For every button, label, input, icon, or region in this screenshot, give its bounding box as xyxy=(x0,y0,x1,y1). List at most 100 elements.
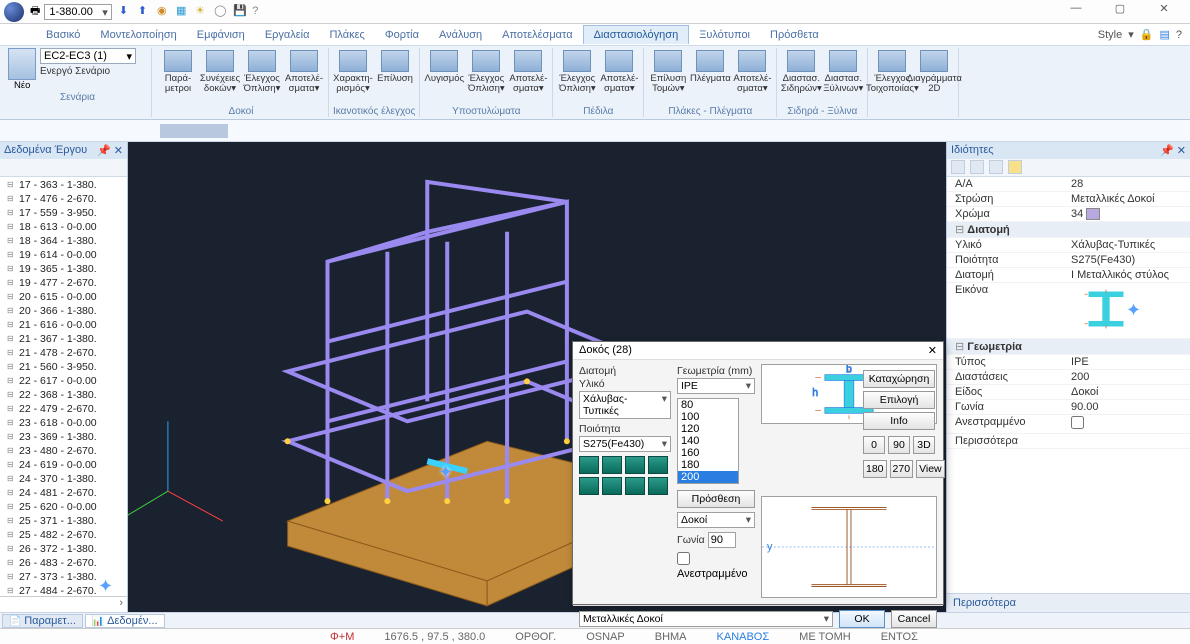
close-button[interactable]: ✕ xyxy=(1142,2,1186,22)
help-icon[interactable]: ? xyxy=(252,5,266,19)
tree-item[interactable]: 20 - 366 - 1-380. xyxy=(1,304,126,318)
properties-grid[interactable]: A/A28 ΣτρώσηΜεταλλικές Δοκοί Χρώμα34 Δια… xyxy=(947,177,1190,593)
deg-90-button[interactable]: 90 xyxy=(888,436,910,454)
tree-item[interactable]: 22 - 617 - 0-0.00 xyxy=(1,374,126,388)
size-option[interactable]: 120 xyxy=(678,423,738,435)
tree-item[interactable]: 17 - 476 - 2-670. xyxy=(1,192,126,206)
size-option[interactable]: 200 xyxy=(678,471,738,483)
bottom-tab-data[interactable]: 📊 Δεδομέν... xyxy=(85,614,165,628)
beams-combo[interactable]: Δοκοί xyxy=(677,512,755,528)
ribbon-tab[interactable]: Ξυλότυποι xyxy=(689,26,760,44)
ribbon-tab[interactable]: Ανάλυση xyxy=(429,26,492,44)
scenario-combo[interactable]: EC2-EC3 (1) xyxy=(40,48,136,64)
tree-item[interactable]: 24 - 370 - 1-380. xyxy=(1,472,126,486)
layer-combo[interactable]: Μεταλλικές Δοκοί xyxy=(579,611,833,627)
ribbon-button[interactable]: Διαστασ.Ξύλινων▾ xyxy=(823,48,863,104)
help-ribbon-icon[interactable]: ? xyxy=(1176,29,1182,41)
layers-icon[interactable]: ▦ xyxy=(176,4,190,18)
tree-toolstrip[interactable] xyxy=(0,159,127,177)
grid-icon[interactable] xyxy=(989,160,1003,174)
tree-item[interactable]: 21 - 367 - 1-380. xyxy=(1,332,126,346)
deg-0-button[interactable]: 0 xyxy=(863,436,885,454)
tree-item[interactable]: 20 - 615 - 0-0.00 xyxy=(1,290,126,304)
ribbon-tab[interactable]: Διαστασιολόγηση xyxy=(583,25,690,44)
tree-hscroll[interactable] xyxy=(0,596,127,612)
size-option[interactable]: 100 xyxy=(678,411,738,423)
ribbon-tab[interactable]: Μοντελοποίηση xyxy=(90,26,186,44)
shape-z-icon[interactable] xyxy=(625,477,645,495)
shape-pipe-icon[interactable] xyxy=(602,477,622,495)
tree-item[interactable]: 19 - 365 - 1-380. xyxy=(1,262,126,276)
ribbon-tab[interactable]: Πρόσθετα xyxy=(760,26,829,44)
shape-t-icon[interactable] xyxy=(648,456,668,474)
size-option[interactable]: 180 xyxy=(678,459,738,471)
shape-i-icon[interactable] xyxy=(579,456,599,474)
panel-pin-icon[interactable]: 📌 ✕ xyxy=(97,144,123,157)
deg-180-button[interactable]: 180 xyxy=(863,460,887,478)
pick-button[interactable]: Επιλογή xyxy=(863,391,935,409)
new-scenario-button[interactable] xyxy=(8,48,36,80)
size-option[interactable]: 160 xyxy=(678,447,738,459)
ribbon-button[interactable]: Επίλυση xyxy=(375,48,415,104)
tree-item[interactable]: 24 - 481 - 2-670. xyxy=(1,486,126,500)
size-listbox[interactable]: 80100120140160180200220 xyxy=(677,398,739,484)
bottom-tab-params[interactable]: 📄 Παραμετ... xyxy=(2,614,83,628)
ribbon-tab[interactable]: Εργαλεία xyxy=(255,26,320,44)
flag-gr-icon[interactable]: ▤ xyxy=(1159,28,1169,41)
tree-item[interactable]: 18 - 613 - 0-0.00 xyxy=(1,220,126,234)
ribbon-tab[interactable]: Εμφάνιση xyxy=(187,26,255,44)
ribbon-button[interactable]: ΈλεγχοςΌπλιση▾ xyxy=(557,48,597,104)
tree-item[interactable]: 21 - 560 - 3-950. xyxy=(1,360,126,374)
deg-3d-button[interactable]: 3D xyxy=(913,436,935,454)
add-button[interactable]: Πρόσθεση xyxy=(677,490,755,508)
lock-icon[interactable]: 🔒 xyxy=(1140,28,1154,41)
az-icon[interactable] xyxy=(970,160,984,174)
size-option[interactable]: 80 xyxy=(678,399,738,411)
ribbon-button[interactable]: ΕπίλυσηΤομών▾ xyxy=(648,48,688,104)
deg-270-button[interactable]: 270 xyxy=(890,460,914,478)
tree-item[interactable]: 21 - 478 - 2-670. xyxy=(1,346,126,360)
minimize-button[interactable]: — xyxy=(1054,2,1098,22)
tree-item[interactable]: 22 - 368 - 1-380. xyxy=(1,388,126,402)
tree-item[interactable]: 22 - 479 - 2-670. xyxy=(1,402,126,416)
print-icon[interactable]: 🖶 xyxy=(30,2,40,21)
material-combo[interactable]: Χάλυβας-Τυπικές xyxy=(579,391,671,419)
register-button[interactable]: Καταχώρηση xyxy=(863,370,935,388)
toolbar-button[interactable] xyxy=(226,124,228,138)
arrow-up-icon[interactable]: ⬆ xyxy=(138,4,152,18)
panel-pin-icon[interactable]: 📌 ✕ xyxy=(1160,144,1186,157)
tree-item[interactable]: 19 - 614 - 0-0.00 xyxy=(1,248,126,262)
ok-button[interactable]: OK xyxy=(839,610,885,628)
shape-l-icon[interactable] xyxy=(602,456,622,474)
ribbon-tab[interactable]: Βασικό xyxy=(36,26,90,44)
tree-item[interactable]: 24 - 619 - 0-0.00 xyxy=(1,458,126,472)
tree-item[interactable]: 26 - 372 - 1-380. xyxy=(1,542,126,556)
ribbon-tab[interactable]: Πλάκες xyxy=(319,26,374,44)
flash-icon[interactable] xyxy=(1008,160,1022,174)
status-inside[interactable]: ΕΝΤΟΣ xyxy=(881,631,918,643)
tree-item[interactable]: 25 - 371 - 1-380. xyxy=(1,514,126,528)
sun-icon[interactable]: ☀ xyxy=(195,4,209,18)
ribbon-tab[interactable]: Φορτία xyxy=(375,26,429,44)
tree-item[interactable]: 17 - 559 - 3-950. xyxy=(1,206,126,220)
status-step[interactable]: ΒΗΜΑ xyxy=(655,631,687,643)
tree-item[interactable]: 27 - 484 - 2-670. xyxy=(1,584,126,596)
tree-item[interactable]: 17 - 363 - 1-380. xyxy=(1,178,126,192)
globe-icon[interactable]: ◉ xyxy=(157,4,171,18)
angle-input[interactable] xyxy=(708,532,736,548)
ribbon-button[interactable]: ΈλεγχοςΌπλιση▾ xyxy=(242,48,282,104)
tree-item[interactable]: 23 - 369 - 1-380. xyxy=(1,430,126,444)
inverted-checkbox[interactable] xyxy=(677,552,690,565)
tree-item[interactable]: 19 - 477 - 2-670. xyxy=(1,276,126,290)
ribbon-button[interactable]: Αποτελέ-σματα▾ xyxy=(599,48,639,104)
status-section[interactable]: ΜΕ ΤΟΜΗ xyxy=(799,631,851,643)
profile-type-combo[interactable]: IPE xyxy=(677,378,755,394)
ribbon-button[interactable]: Χαρακτη-ρισμός▾ xyxy=(333,48,373,104)
ribbon-button[interactable]: Αποτελέ-σματα▾ xyxy=(732,48,772,104)
status-grid[interactable]: ΚΑΝΑΒΟΣ xyxy=(717,631,770,643)
tree-item[interactable]: 25 - 620 - 0-0.00 xyxy=(1,500,126,514)
dialog-close-icon[interactable]: ✕ xyxy=(928,344,937,357)
cancel-button[interactable]: Cancel xyxy=(891,610,937,628)
ribbon-button[interactable]: Αποτελέ-σματα▾ xyxy=(284,48,324,104)
circle-icon[interactable]: ◯ xyxy=(214,4,228,18)
